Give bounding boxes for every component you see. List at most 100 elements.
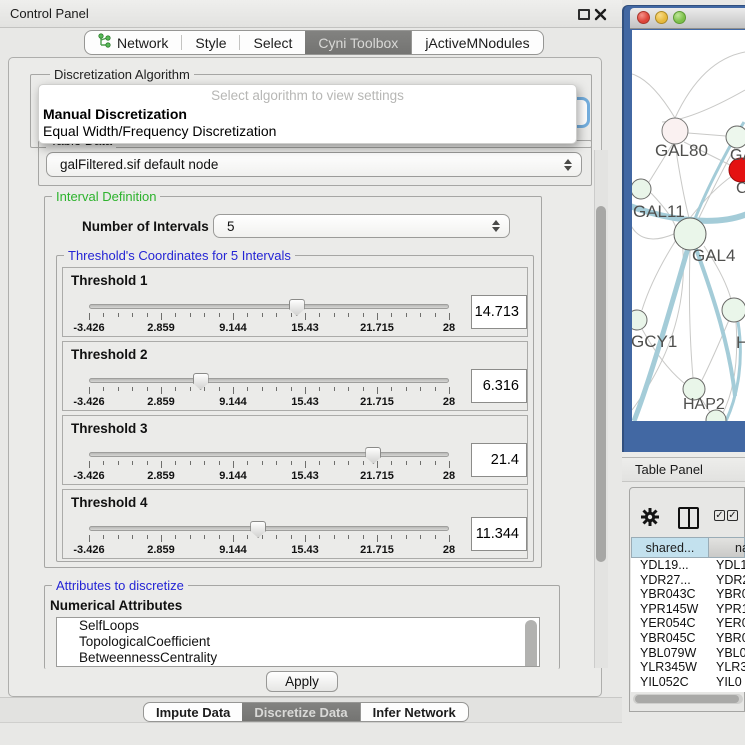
network-node[interactable] (726, 126, 745, 148)
float-window-icon[interactable] (578, 9, 590, 20)
network-node[interactable] (722, 298, 745, 322)
apply-button[interactable]: Apply (266, 671, 338, 692)
cell-shared-name[interactable]: YER054C (631, 616, 709, 631)
tab-select-label: Select (253, 35, 292, 51)
cell-name[interactable]: YER0 (709, 616, 745, 631)
network-node-label: H (736, 333, 745, 352)
network-edge[interactable] (689, 250, 693, 378)
slider-tick (305, 535, 306, 542)
thresholds-group-title: Threshold's Coordinates for 5 Intervals (64, 248, 295, 263)
network-edge[interactable] (696, 249, 735, 396)
mac-close-button[interactable] (637, 11, 650, 24)
slider-scale-label: 2.859 (147, 396, 175, 408)
slider-scale-label: 21.715 (360, 396, 394, 408)
slider-tick (377, 535, 378, 542)
tab-style-label: Style (195, 35, 226, 51)
tab-network[interactable]: Network (85, 31, 181, 54)
algorithm-popup-hint: Select algorithm to view settings (39, 88, 576, 103)
checkbox-icon[interactable]: ✓ (727, 510, 738, 521)
tab-jactivemnodules[interactable]: jActiveMNodules (411, 31, 542, 54)
slider-tick (262, 313, 263, 317)
cell-name[interactable]: YLR3 (709, 660, 745, 675)
slider-track[interactable] (89, 452, 449, 457)
control-panel-title: Control Panel (10, 6, 89, 21)
cell-shared-name[interactable]: YPR145W (631, 602, 709, 617)
num-intervals-combobox[interactable]: 5 (213, 214, 510, 238)
tab-discretize-data[interactable]: Discretize Data (242, 703, 359, 721)
cell-name[interactable]: YDL1 (709, 558, 745, 573)
table-row[interactable]: YPR145WYPR1 (631, 602, 745, 617)
table-data-combobox[interactable]: galFiltered.sif default node (46, 152, 582, 177)
network-edge[interactable] (702, 320, 729, 380)
cell-shared-name[interactable]: YLR345W (631, 660, 709, 675)
algorithm-option-manual[interactable]: Manual Discretization (43, 106, 187, 122)
tab-impute-data[interactable]: Impute Data (144, 703, 242, 721)
slider-scale-label: -3.426 (73, 470, 104, 482)
slider-scale-label: 15.43 (291, 470, 319, 482)
attribute-list-item[interactable]: BetweennessCentrality (57, 650, 539, 666)
column-header-shared-name[interactable]: shared... (631, 537, 709, 558)
network-node[interactable] (632, 179, 651, 199)
slider-track[interactable] (89, 526, 449, 531)
slider-tick (291, 387, 292, 391)
checkbox-icon[interactable]: ✓ (714, 510, 725, 521)
table-row[interactable]: YLR345WYLR3 (631, 660, 745, 675)
table-row[interactable]: YBL079WYBL0 (631, 646, 745, 661)
algorithm-option-equal-width[interactable]: Equal Width/Frequency Discretization (43, 123, 276, 139)
cell-shared-name[interactable]: YDR27... (631, 573, 709, 588)
cell-shared-name[interactable]: YBR045C (631, 631, 709, 646)
table-row[interactable]: YDR27...YDR2 (631, 573, 745, 588)
table-row[interactable]: YBR045CYBR0 (631, 631, 745, 646)
cell-name[interactable]: YBL0 (709, 646, 745, 661)
tab-network-label: Network (117, 35, 168, 51)
cell-name[interactable]: YPR1 (709, 602, 745, 617)
network-edge[interactable] (632, 74, 675, 118)
attributes-group-title: Attributes to discretize (52, 578, 188, 593)
cell-shared-name[interactable]: YBR043C (631, 587, 709, 602)
control-panel-titlebar (0, 0, 622, 28)
close-icon[interactable] (594, 8, 607, 26)
network-canvas[interactable]: GAL80GACGAL11GAL4GCY1HHAP2 (632, 30, 745, 421)
network-edge[interactable] (688, 133, 726, 136)
tab-select[interactable]: Select (240, 31, 305, 54)
cell-shared-name[interactable]: YIL052C (631, 675, 709, 690)
threshold-value-field[interactable]: 6.316 (471, 369, 527, 403)
slider-tick (190, 313, 191, 317)
slider-ticks (63, 313, 527, 321)
tab-style[interactable]: Style (182, 31, 239, 54)
list-scrollbar[interactable] (525, 620, 537, 667)
slider-scale-label: 9.144 (219, 470, 247, 482)
column-layout-icon[interactable] (678, 507, 699, 529)
table-row[interactable]: YBR043CYBR0 (631, 587, 745, 602)
slider-tick (89, 535, 90, 542)
slider-tick (175, 313, 176, 317)
gear-icon[interactable] (640, 506, 660, 533)
table-row[interactable]: YER054CYER0 (631, 616, 745, 631)
cell-name[interactable]: YDR2 (709, 573, 745, 588)
table-row[interactable]: YDL19...YDL1 (631, 558, 745, 573)
cell-name[interactable]: YBR0 (709, 631, 745, 646)
slider-tick (204, 461, 205, 465)
mac-minimize-button[interactable] (655, 11, 668, 24)
slider-tick (132, 535, 133, 539)
cell-shared-name[interactable]: YBL079W (631, 646, 709, 661)
attribute-list-item[interactable]: TopologicalCoefficient (57, 634, 539, 650)
threshold-value-field[interactable]: 21.4 (471, 443, 527, 477)
column-header-name[interactable]: na (709, 537, 745, 558)
cell-name[interactable]: YIL0 (709, 675, 745, 690)
slider-track[interactable] (89, 304, 449, 309)
threshold-value-field[interactable]: 11.344 (471, 517, 527, 551)
tab-infer-network[interactable]: Infer Network (360, 703, 468, 721)
tab-infer-network-label: Infer Network (373, 705, 456, 720)
cell-shared-name[interactable]: YDL19... (631, 558, 709, 573)
mac-zoom-button[interactable] (673, 11, 686, 24)
network-node[interactable] (632, 310, 647, 330)
tab-cyni-toolbox[interactable]: Cyni Toolbox (305, 31, 411, 54)
threshold-value-field[interactable]: 14.713 (471, 295, 527, 329)
table-hscrollbar-thumb[interactable] (635, 695, 739, 703)
slider-track[interactable] (89, 378, 449, 383)
table-row[interactable]: YIL052CYIL0 (631, 675, 745, 690)
attribute-list-item[interactable]: SelfLoops (57, 618, 539, 634)
cell-name[interactable]: YBR0 (709, 587, 745, 602)
panel-scrollbar-thumb[interactable] (596, 206, 606, 562)
